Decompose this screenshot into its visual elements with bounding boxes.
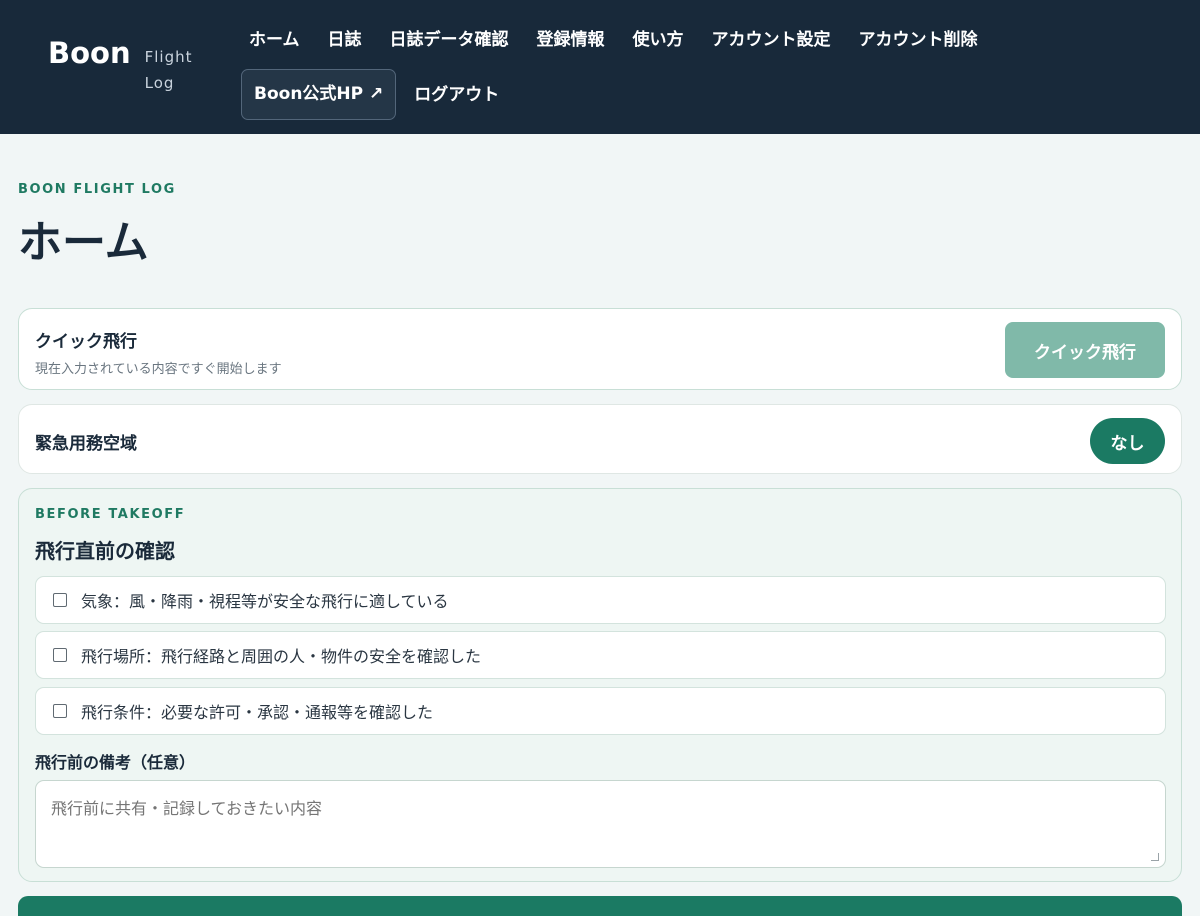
pre-flight-notes-label: 飛行前の備考（任意） [35, 753, 196, 772]
nav-account-settings[interactable]: アカウント設定 [698, 22, 845, 58]
pre-flight-notes-input[interactable] [35, 780, 1166, 868]
nav-journal[interactable]: 日誌 [314, 22, 376, 58]
nav-registration[interactable]: 登録情報 [523, 22, 619, 58]
nav-official-hp-link[interactable]: Boon公式HP ↗ [241, 69, 397, 120]
before-takeoff-section: BEFORE TAKEOFF 飛行直前の確認 気象：風・降雨・視程等が安全な飛行… [18, 488, 1182, 882]
emergency-airspace-title: 緊急用務空域 [35, 434, 137, 454]
check-weather-label: 気象：風・降雨・視程等が安全な飛行に適している [81, 592, 449, 611]
quick-flight-title: クイック飛行 [35, 332, 137, 352]
nav-home[interactable]: ホーム [240, 22, 314, 58]
check-weather[interactable]: 気象：風・降雨・視程等が安全な飛行に適している [35, 576, 1166, 624]
bottom-action-bar[interactable] [18, 896, 1182, 916]
check-location-label: 飛行場所：飛行経路と周囲の人・物件の安全を確認した [81, 647, 482, 666]
brand-logo[interactable]: Boon Flight Log [48, 36, 205, 96]
check-conditions[interactable]: 飛行条件：必要な許可・承認・通報等を確認した [35, 687, 1166, 735]
brand-subtitle: Flight Log [144, 48, 193, 92]
check-conditions-checkbox[interactable] [53, 704, 67, 718]
top-header: Boon Flight Log ホーム 日誌 日誌データ確認 登録情報 使い方 … [0, 0, 1200, 134]
page-title: ホーム [18, 217, 149, 268]
quick-flight-button[interactable]: クイック飛行 [1005, 322, 1165, 378]
emergency-airspace-card: 緊急用務空域 なし [18, 404, 1182, 474]
check-location-checkbox[interactable] [53, 648, 67, 662]
quick-flight-desc: 現在入力されている内容ですぐ開始します [35, 362, 282, 377]
nav-logout[interactable]: ログアウト [400, 77, 513, 113]
main-nav: ホーム 日誌 日誌データ確認 登録情報 使い方 アカウント設定 アカウント削除 [240, 22, 992, 58]
main-nav-row-2: Boon公式HP ↗ ログアウト [240, 69, 513, 120]
check-conditions-label: 飛行条件：必要な許可・承認・通報等を確認した [81, 703, 434, 722]
nav-journal-data[interactable]: 日誌データ確認 [376, 22, 523, 58]
resize-handle-icon[interactable] [1151, 853, 1159, 861]
emergency-status-badge: なし [1090, 418, 1165, 464]
before-takeoff-eyebrow: BEFORE TAKEOFF [35, 507, 186, 522]
nav-account-delete[interactable]: アカウント削除 [845, 22, 992, 58]
quick-flight-card: クイック飛行 現在入力されている内容ですぐ開始します クイック飛行 [18, 308, 1182, 390]
check-location[interactable]: 飛行場所：飛行経路と周囲の人・物件の安全を確認した [35, 631, 1166, 679]
check-weather-checkbox[interactable] [53, 593, 67, 607]
page-eyebrow: BOON FLIGHT LOG [18, 182, 176, 197]
nav-how-to[interactable]: 使い方 [619, 22, 698, 58]
brand-name: Boon [48, 36, 131, 70]
before-takeoff-title: 飛行直前の確認 [35, 539, 175, 563]
